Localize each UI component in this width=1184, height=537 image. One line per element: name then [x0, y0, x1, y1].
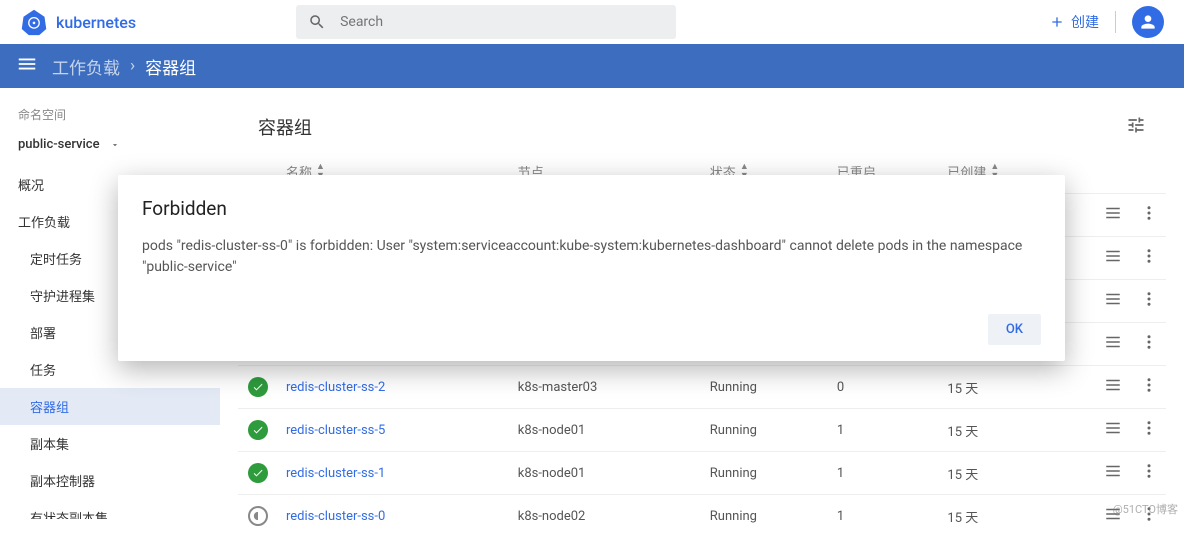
watermark: @51CTO博客 — [1113, 501, 1178, 517]
modal-message: pods "redis-cluster-ss-0" is forbidden: … — [142, 236, 1041, 278]
modal-ok-button[interactable]: OK — [988, 314, 1041, 345]
modal-actions: OK — [142, 314, 1041, 345]
modal-title: Forbidden — [142, 197, 1041, 220]
error-modal: Forbidden pods "redis-cluster-ss-0" is f… — [118, 175, 1065, 361]
